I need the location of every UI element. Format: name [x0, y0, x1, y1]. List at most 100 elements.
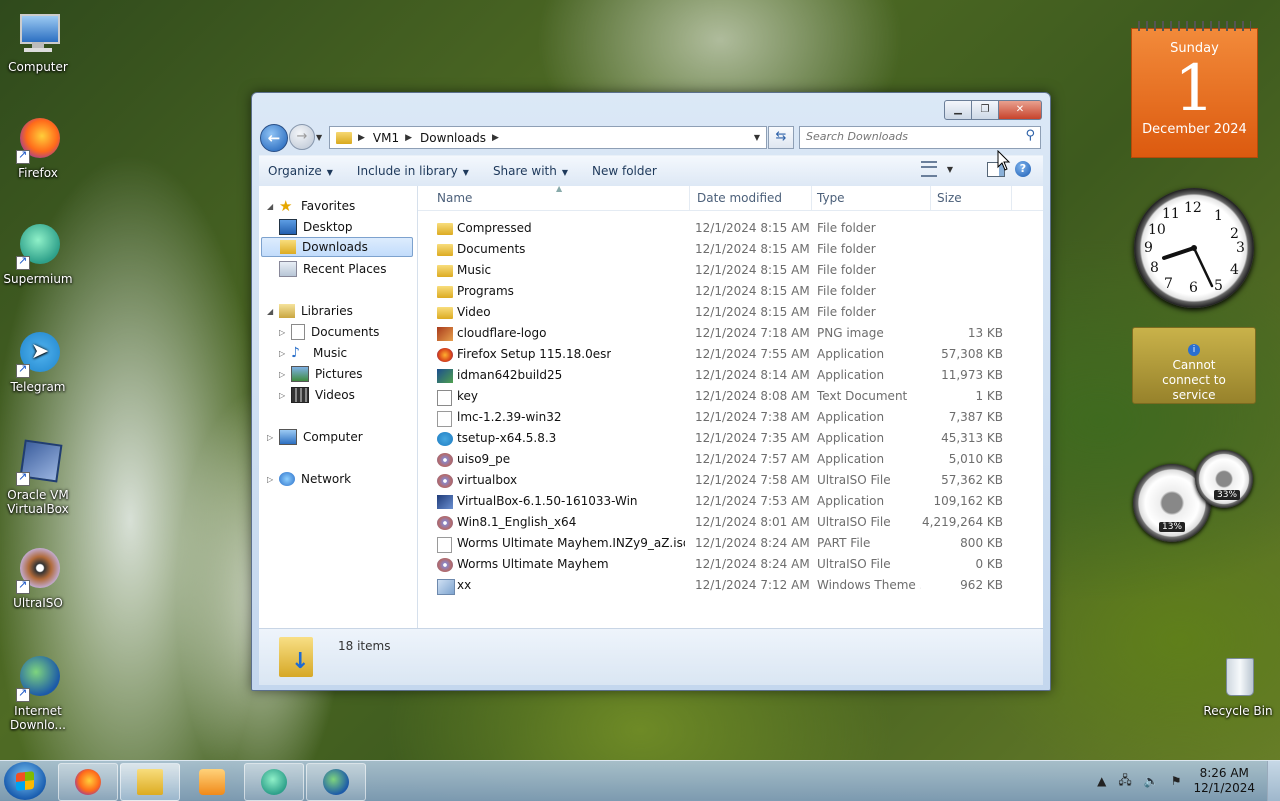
nav-label: Computer [303, 430, 363, 444]
desktop-icon-internet-download[interactable]: Internet Downlo... [0, 654, 76, 732]
file-row[interactable]: idman642build25 12/1/2024 8:14 AM Applicat… [418, 365, 1043, 386]
column-type[interactable]: Type [817, 191, 845, 205]
nav-documents[interactable]: ▷ Documents [279, 322, 379, 342]
file-row[interactable]: Firefox Setup 115.18.0esr 12/1/2024 7:55 … [418, 344, 1043, 365]
recent-pages-dropdown[interactable]: ▼ [316, 133, 322, 142]
organize-button[interactable]: Organize ▼ [259, 164, 342, 178]
navigation-pane[interactable]: ◢ ★ Favorites Desktop Downloads Recent P… [259, 186, 418, 628]
address-dropdown-icon[interactable]: ▼ [754, 133, 766, 142]
desktop-icon-telegram[interactable]: ➤ Telegram [0, 330, 76, 394]
file-row[interactable]: VirtualBox-6.1.50-161033-Win 12/1/2024 7:… [418, 491, 1043, 512]
file-row[interactable]: virtualbox 12/1/2024 7:58 AM UltraISO File… [418, 470, 1043, 491]
column-date[interactable]: Date modified [697, 191, 782, 205]
weather-gadget[interactable]: i Cannot connect to service [1132, 327, 1256, 404]
column-separator[interactable] [1011, 186, 1012, 210]
start-button[interactable] [4, 762, 46, 800]
taskbar-explorer[interactable] [120, 763, 180, 801]
expand-arrow-icon[interactable]: ▷ [279, 370, 289, 379]
expand-arrow-icon[interactable]: ▷ [279, 349, 289, 358]
column-separator[interactable] [930, 186, 931, 210]
expand-arrow-icon[interactable]: ◢ [267, 307, 277, 316]
chevron-right-icon[interactable]: ▶ [358, 133, 365, 143]
idm-icon [14, 654, 62, 702]
desktop-icon-virtualbox[interactable]: Oracle VM VirtualBox [0, 438, 76, 516]
show-desktop-button[interactable] [1267, 761, 1280, 801]
cpu-meter-gadget[interactable]: 13% 33% [1133, 450, 1257, 544]
show-hidden-icons-icon[interactable]: ▲ [1097, 774, 1106, 788]
forward-button[interactable]: → [289, 124, 315, 150]
nav-computer[interactable]: ▷ Computer [267, 427, 363, 447]
nav-music[interactable]: ▷ ♪ Music [279, 343, 347, 363]
nav-videos[interactable]: ▷ Videos [279, 385, 355, 405]
file-row[interactable]: Worms Ultimate Mayhem.INZy9_aZ.iso.p... 1… [418, 533, 1043, 554]
file-row[interactable]: tsetup-x64.5.8.3 12/1/2024 7:35 AM Applica… [418, 428, 1043, 449]
nav-desktop[interactable]: Desktop [279, 217, 353, 237]
taskbar-firefox[interactable] [58, 763, 118, 801]
search-input[interactable] [800, 127, 1017, 146]
nav-libraries[interactable]: ◢ Libraries [267, 301, 353, 321]
column-separator[interactable] [811, 186, 812, 210]
file-row[interactable]: Programs 12/1/2024 8:15 AM File folder [418, 281, 1043, 302]
file-row[interactable]: Documents 12/1/2024 8:15 AM File folder [418, 239, 1043, 260]
file-row[interactable]: Music 12/1/2024 8:15 AM File folder [418, 260, 1043, 281]
desktop-icon-computer[interactable]: Computer [0, 10, 76, 74]
taskbar-media-player[interactable] [182, 763, 242, 801]
nav-favorites[interactable]: ◢ ★ Favorites [267, 196, 355, 216]
action-center-flag-icon[interactable]: ⚑ [1171, 774, 1182, 788]
breadcrumb-downloads[interactable]: Downloads [420, 131, 486, 145]
expand-arrow-icon[interactable]: ▷ [267, 475, 277, 484]
desktop-icon-recycle-bin[interactable]: Recycle Bin [1200, 654, 1276, 718]
file-row[interactable]: lmc-1.2.39-win32 12/1/2024 7:38 AM Applica… [418, 407, 1043, 428]
chevron-right-icon[interactable]: ▶ [492, 133, 499, 143]
include-in-library-button[interactable]: Include in library ▼ [348, 164, 478, 178]
expand-arrow-icon[interactable]: ◢ [267, 202, 277, 211]
taskbar-supermium[interactable] [244, 763, 304, 801]
network-icon[interactable]: 🖧 [1118, 771, 1131, 792]
nav-recent-places[interactable]: Recent Places [279, 259, 386, 279]
documents-icon [291, 324, 305, 340]
file-type: PNG image [817, 326, 884, 340]
search-icon[interactable]: ⚲ [1025, 128, 1035, 143]
file-row[interactable]: Worms Ultimate Mayhem 12/1/2024 8:24 AM Ul… [418, 554, 1043, 575]
calendar-gadget[interactable]: Sunday 1 December 2024 [1131, 21, 1258, 158]
close-button[interactable]: ✕ [999, 100, 1042, 120]
column-separator[interactable] [689, 186, 690, 210]
address-bar[interactable]: ▶ VM1 ▶ Downloads ▶ ▼ [329, 126, 767, 149]
help-icon[interactable]: ? [1015, 161, 1031, 177]
taskbar-clock[interactable]: 8:26 AM 12/1/2024 [1193, 766, 1255, 796]
taskbar-internet-download[interactable] [306, 763, 366, 801]
expand-arrow-icon[interactable]: ▷ [279, 328, 289, 337]
column-size[interactable]: Size [937, 191, 962, 205]
desktop-icon-firefox[interactable]: Firefox [0, 116, 76, 180]
nav-pictures[interactable]: ▷ Pictures [279, 364, 363, 384]
new-folder-button[interactable]: New folder [583, 164, 666, 178]
explorer-window[interactable]: ▁ ❐ ✕ ← → ▼ ▶ VM1 ▶ Downloads ▶ ▼ ⇆ ⚲ Or… [251, 92, 1051, 691]
view-dropdown-icon[interactable]: ▼ [947, 165, 953, 174]
breadcrumb-vm1[interactable]: VM1 [373, 131, 399, 145]
clock-gadget[interactable]: 12 1 2 3 4 5 6 7 8 9 10 11 [1134, 188, 1254, 308]
file-row[interactable]: cloudflare-logo 12/1/2024 7:18 AM PNG imag… [418, 323, 1043, 344]
expand-arrow-icon[interactable]: ▷ [267, 433, 277, 442]
desktop-icon-supermium[interactable]: Supermium [0, 222, 76, 286]
desktop-icon-ultraiso[interactable]: UltraISO [0, 546, 76, 610]
expand-arrow-icon[interactable]: ▷ [279, 391, 289, 400]
volume-muted-icon[interactable]: 🔈 [1144, 774, 1159, 788]
file-row[interactable]: xx 12/1/2024 7:12 AM Windows Theme ... 962 … [418, 575, 1043, 596]
nav-network[interactable]: ▷ Network [267, 469, 351, 489]
maximize-button[interactable]: ❐ [972, 100, 999, 120]
file-row[interactable]: key 12/1/2024 8:08 AM Text Document 1 KB [418, 386, 1043, 407]
back-button[interactable]: ← [260, 124, 288, 152]
nav-downloads[interactable]: Downloads [261, 237, 413, 257]
column-name[interactable]: Name [437, 191, 472, 205]
file-row[interactable]: Video 12/1/2024 8:15 AM File folder [418, 302, 1043, 323]
file-list[interactable]: Name ▲ Date modified Type Size Compresse… [418, 184, 1043, 628]
file-row[interactable]: Compressed 12/1/2024 8:15 AM File folder [418, 218, 1043, 239]
change-view-icon[interactable] [920, 161, 937, 177]
file-row[interactable]: uiso9_pe 12/1/2024 7:57 AM Application 5,01… [418, 449, 1043, 470]
refresh-button[interactable]: ⇆ [768, 126, 794, 149]
chevron-right-icon[interactable]: ▶ [405, 133, 412, 143]
file-row[interactable]: Win8.1_English_x64 12/1/2024 8:01 AM Ultra… [418, 512, 1043, 533]
share-with-button[interactable]: Share with ▼ [484, 164, 577, 178]
minimize-button[interactable]: ▁ [944, 100, 972, 120]
search-box[interactable]: ⚲ [799, 126, 1041, 149]
